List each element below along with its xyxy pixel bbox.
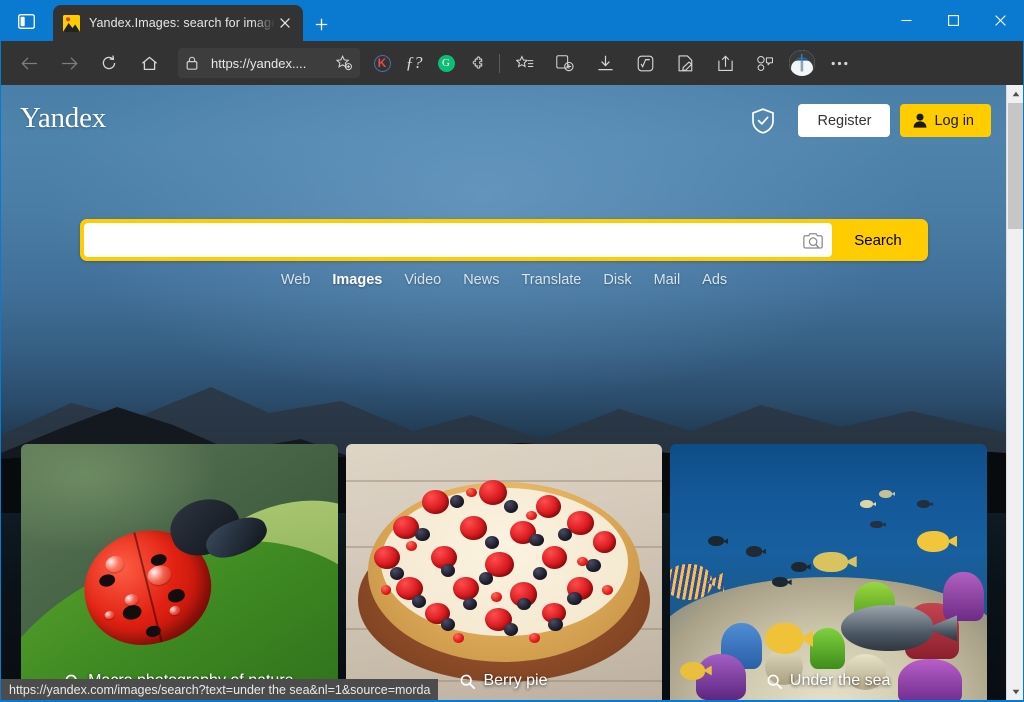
scroll-up-arrow-icon[interactable] [1007, 85, 1024, 102]
title-bar: Yandex.Images: search for image [0, 0, 1024, 41]
service-nav: Web Images Video News Translate Disk Mai… [1, 272, 1007, 288]
nav-item-ads[interactable]: Ads [702, 272, 727, 288]
math-solver-extension-icon[interactable]: ƒ? [398, 48, 430, 78]
browser-toolbar: https://yandex.... K ƒ? G [0, 41, 1024, 85]
extension-icons: K ƒ? G [366, 48, 494, 78]
screenshot-icon[interactable] [668, 47, 702, 79]
nav-item-translate[interactable]: Translate [521, 272, 581, 288]
address-bar[interactable]: https://yandex.... [178, 48, 360, 78]
forward-arrow-icon[interactable] [52, 47, 86, 79]
user-icon [913, 113, 927, 128]
back-arrow-icon[interactable] [12, 47, 46, 79]
close-window-button[interactable] [977, 0, 1024, 41]
nav-item-images[interactable]: Images [332, 272, 382, 288]
nav-item-disk[interactable]: Disk [603, 272, 631, 288]
header-actions: Register Log in [751, 104, 991, 137]
image-photo-icon [63, 14, 80, 32]
page-header: Yandex Register Log in [1, 85, 1007, 151]
nav-item-mail[interactable]: Mail [654, 272, 681, 288]
grammarly-glyph: G [437, 54, 455, 72]
math-solver-icon[interactable] [628, 47, 662, 79]
tab-title: Yandex.Images: search for image [89, 16, 275, 30]
new-tab-button[interactable] [308, 11, 334, 37]
suggestion-card-under-the-sea[interactable]: Under the sea [670, 444, 988, 700]
search-bar: Search [80, 219, 928, 261]
magnifier-icon [460, 674, 476, 689]
nav-item-video[interactable]: Video [404, 272, 441, 288]
downloads-icon[interactable] [588, 47, 622, 79]
protect-shield-icon[interactable] [751, 107, 775, 134]
share-icon[interactable] [708, 47, 742, 79]
browser-window: Yandex.Images: search for image https://… [0, 0, 1024, 702]
ladybug-on-leaf-image [21, 444, 338, 700]
login-button[interactable]: Log in [900, 104, 991, 137]
profile-avatar[interactable] [789, 50, 815, 76]
math-glyph: ƒ? [405, 53, 423, 72]
maximize-button[interactable] [930, 0, 977, 41]
reload-icon[interactable] [92, 47, 126, 79]
window-controls [883, 0, 1024, 41]
yandex-logo[interactable]: Yandex [20, 102, 106, 135]
status-bar-url: https://yandex.com/images/search?text=un… [1, 679, 439, 700]
card-caption-text: Berry pie [483, 672, 548, 689]
suggestion-card-berry-pie[interactable]: Berry pie [345, 444, 663, 700]
favorites-icon[interactable] [508, 47, 542, 79]
suggestion-cards: Macro photography of nature [1, 444, 1007, 700]
close-icon[interactable] [275, 13, 295, 33]
berry-pie-image [345, 444, 663, 700]
login-label: Log in [934, 112, 974, 129]
lock-icon [186, 56, 204, 70]
tab-list-icon[interactable] [14, 12, 38, 31]
settings-more-button[interactable] [822, 47, 856, 79]
kaspersky-glyph: K [373, 54, 391, 72]
minimize-button[interactable] [883, 0, 930, 41]
page-scrollbar[interactable] [1006, 85, 1023, 700]
nav-item-news[interactable]: News [463, 272, 499, 288]
page-viewport: Yandex Register Log in Search Web Images… [1, 85, 1007, 700]
nav-item-web[interactable]: Web [281, 272, 311, 288]
collections-icon[interactable] [548, 47, 582, 79]
search-button[interactable]: Search [832, 223, 924, 257]
scrollbar-thumb[interactable] [1008, 103, 1023, 229]
browser-essentials-icon[interactable] [748, 47, 782, 79]
scroll-down-arrow-icon[interactable] [1007, 683, 1024, 700]
toolbar-divider [499, 53, 500, 73]
url-text: https://yandex.... [211, 55, 307, 71]
register-button[interactable]: Register [798, 104, 891, 137]
card-caption-text: Under the sea [789, 672, 891, 689]
home-icon[interactable] [132, 47, 166, 79]
grammarly-extension-icon[interactable]: G [430, 48, 462, 78]
coral-reef-image [670, 444, 988, 700]
add-favorite-star-icon[interactable] [333, 55, 355, 71]
image-search-camera-icon[interactable] [798, 225, 828, 255]
puzzle-extensions-icon[interactable] [462, 48, 494, 78]
suggestion-card-macro-photography[interactable]: Macro photography of nature [21, 444, 338, 700]
search-input-wrap[interactable] [84, 223, 832, 257]
kaspersky-extension-icon[interactable]: K [366, 48, 398, 78]
magnifier-icon [767, 674, 782, 689]
search-input[interactable] [96, 225, 798, 255]
card-caption: Under the sea [670, 672, 987, 690]
browser-tab[interactable]: Yandex.Images: search for image [53, 5, 303, 41]
